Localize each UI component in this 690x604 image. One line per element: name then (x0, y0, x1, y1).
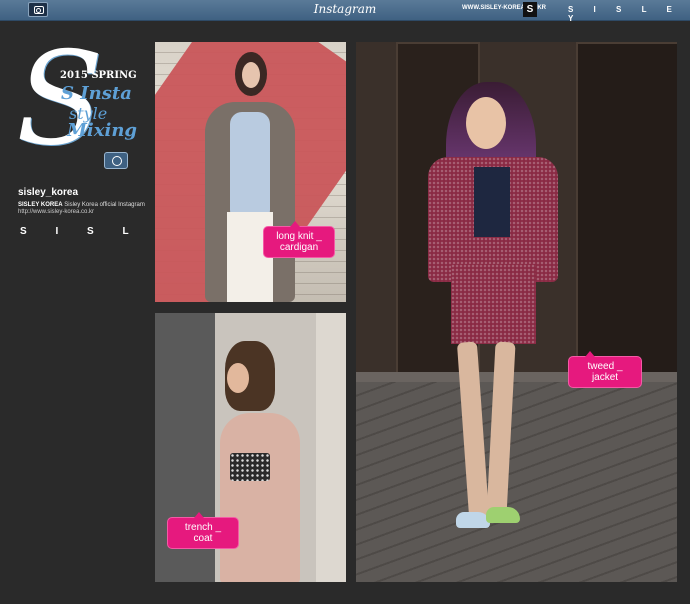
profile-link[interactable]: http://www.sisley-korea.co.kr (18, 209, 94, 215)
tag-label: long knit _ cardigan (276, 231, 322, 253)
model-shirt (230, 112, 270, 222)
model-trench-coat (220, 413, 300, 582)
tag-tweed[interactable]: tweed _ jacket (568, 351, 642, 388)
logo-season: 2015 SPRING (60, 70, 137, 81)
model-face (466, 97, 506, 149)
top-bar: Instagram WWW.SISLEY-KOREA.CO.KR S S I S… (0, 0, 690, 23)
photo-pavement (356, 382, 677, 582)
sisley-wordmark: S I S L E Y (568, 5, 681, 23)
model-clutch (230, 453, 270, 481)
model-sneaker (486, 507, 520, 523)
bio-text: Sisley Korea official Instagram (64, 202, 145, 208)
photo-tweed[interactable] (356, 42, 677, 582)
profile-username[interactable]: sisley_korea (18, 187, 78, 198)
logo-line1: S Insta (61, 83, 132, 104)
bio-name: SISLEY KOREA (18, 202, 63, 208)
tag-label: tweed _ jacket (587, 361, 623, 383)
photo-cardigan[interactable] (155, 42, 346, 302)
model-face (227, 363, 249, 393)
tag-trench[interactable]: trench _ coat (167, 512, 239, 549)
model-face (242, 62, 260, 88)
tag-label: trench _ coat (184, 522, 222, 544)
model-skirt (451, 264, 536, 344)
camera-icon (104, 152, 128, 169)
sisley-badge[interactable]: S (523, 2, 537, 17)
campaign-logo: S 2015 SPRING S Insta style Mixing (14, 36, 154, 175)
tag-cardigan[interactable]: long knit _ cardigan (263, 221, 335, 258)
profile-bio: SISLEY KOREA Sisley Korea official Insta… (18, 202, 145, 208)
logo-line3: Mixing (67, 120, 138, 141)
model-top (474, 167, 510, 237)
photo-wall (316, 313, 346, 582)
model-sneaker (456, 512, 490, 528)
